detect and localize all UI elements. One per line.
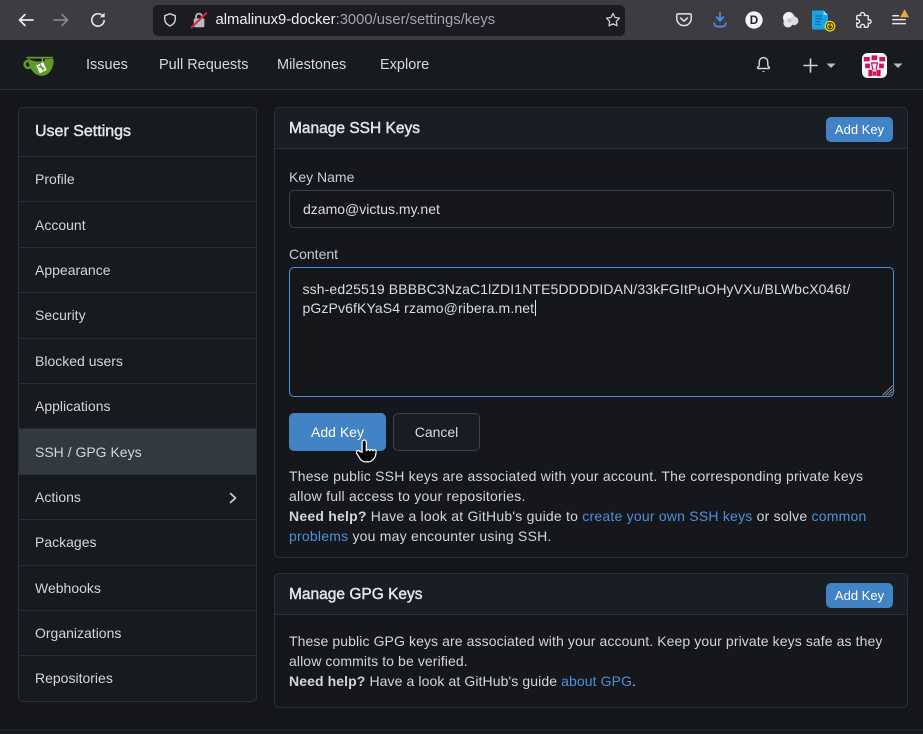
svg-text:D: D [750,14,758,27]
